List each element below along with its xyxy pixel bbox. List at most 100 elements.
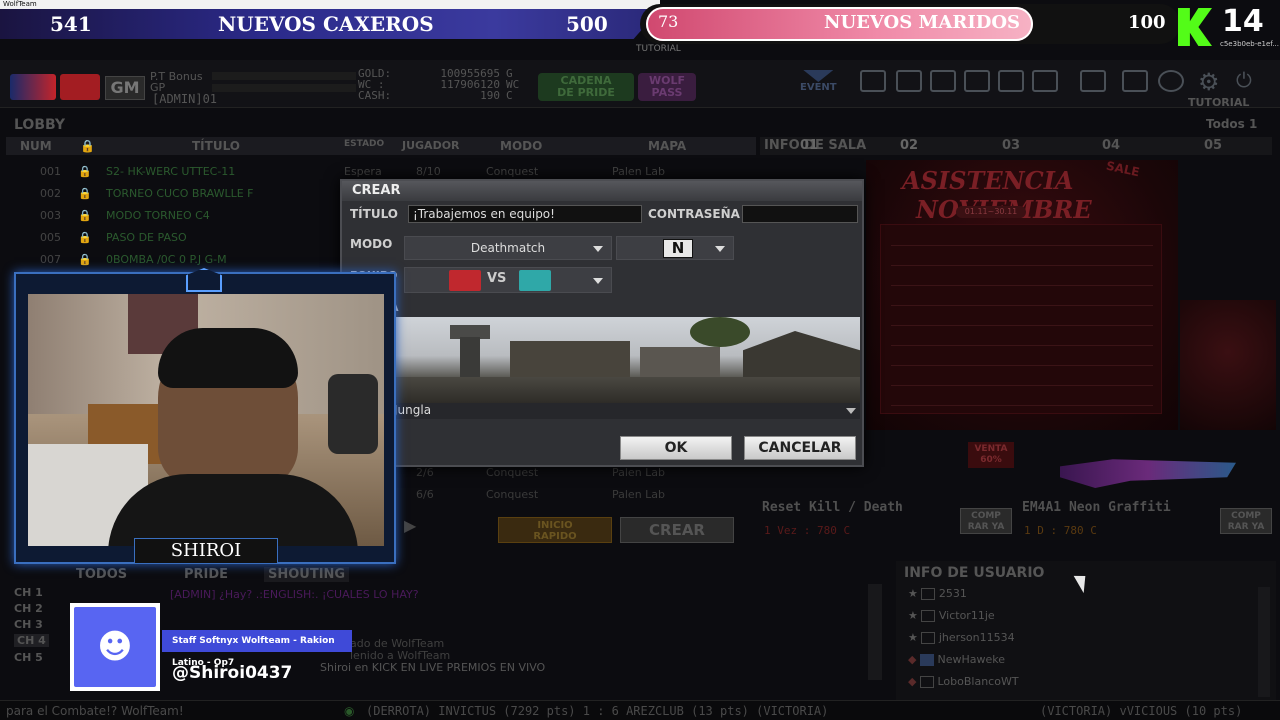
col-titulo[interactable]: TÍTULO (192, 139, 240, 153)
goal-fill: 73 NUEVOS MARIDOS (646, 7, 1033, 41)
chat-scrollbar[interactable] (868, 584, 882, 680)
streamer-nameplate: SHIROI (134, 538, 278, 564)
lobby-filter[interactable]: Todos 1 (1206, 117, 1257, 131)
gift-icon[interactable] (964, 70, 990, 92)
lock-icon: 🔒 (78, 165, 92, 178)
room-title-input[interactable]: ¡Trabajemos en equipo! (408, 205, 642, 223)
user-row[interactable]: ★ 2531 (908, 587, 1248, 607)
red-team-icon (449, 270, 481, 291)
channel-item[interactable]: CH 4 (14, 634, 49, 647)
checkbox-icon (921, 588, 936, 600)
user-row[interactable]: ◆ NewHaweke (908, 653, 1248, 673)
team-select[interactable]: VS (404, 267, 612, 293)
discord-handle: @Shiroi0437 (172, 663, 293, 683)
star-icon: ★ (908, 587, 918, 600)
play-arrow-icon[interactable]: ▶ (404, 516, 416, 535)
rank-icon: ◆ (908, 653, 917, 666)
password-input[interactable] (742, 205, 858, 223)
tab-05[interactable]: 05 (1204, 138, 1222, 153)
col-estado[interactable]: ESTADO (344, 139, 384, 149)
tutorial-link[interactable]: TUTORIAL (1188, 96, 1249, 109)
attendance-poster[interactable]: ASISTENCIANOVIEMBRE SALE 01.11~30.11 (866, 159, 1178, 430)
room-info-tabs: INFO DE SALA 01 02 03 04 05 (760, 137, 1272, 155)
create-room-button[interactable]: CREAR (620, 517, 734, 543)
tab-todos[interactable]: TODOS (76, 567, 127, 582)
buy-now-button[interactable]: COMP RAR YA (960, 508, 1012, 534)
tab-04[interactable]: 04 (1102, 138, 1120, 153)
goal-title: NUEVOS CAXEROS (218, 12, 434, 36)
mode-select[interactable]: Deathmatch (404, 236, 612, 260)
chevron-down-icon (593, 246, 603, 252)
mode-option-select[interactable]: N (616, 236, 734, 260)
channel-item[interactable]: CH 5 (14, 651, 43, 664)
goal-target: 100 (1128, 12, 1166, 33)
currency-units: G WC C (506, 67, 520, 102)
globe-icon: ◉ (344, 704, 355, 718)
poster-dates: 01.11~30.11 (956, 206, 1026, 218)
currency-values: 100955695 117906120 190 (440, 67, 500, 102)
clan-icon[interactable] (1032, 70, 1058, 92)
tab-02[interactable]: 02 (900, 138, 918, 153)
title-label: TÍTULO (350, 207, 398, 221)
inventory-icon[interactable] (998, 70, 1024, 92)
friends-icon[interactable] (860, 70, 886, 92)
rifle-image (1060, 459, 1236, 488)
goal-current: 73 (658, 12, 679, 31)
user-row[interactable]: ★ Victor11je (908, 609, 1248, 629)
gm-badge: GM (105, 76, 145, 100)
sale-percent-badge: VENTA 60% (968, 442, 1014, 468)
store-icon[interactable] (930, 70, 956, 92)
clan-icon (919, 654, 934, 666)
star-icon: ★ (908, 631, 918, 644)
tab-03[interactable]: 03 (1002, 138, 1020, 153)
globe-icon[interactable] (1158, 70, 1184, 92)
discord-icon: ☻ (74, 607, 156, 687)
kick-viewer-count: 14 (1222, 4, 1264, 39)
exit-icon[interactable]: ⏻ (1236, 68, 1252, 92)
match-ticker: para el Combate!? WolfTeam! ◉ (DERROTA) … (0, 700, 1280, 720)
tab-01[interactable]: 01 (800, 138, 818, 153)
discord-tag: Staff Softnyx Wolfteam - Rakion Latino -… (162, 630, 352, 668)
ranking-icon[interactable] (1122, 70, 1148, 92)
shop-cart-icon[interactable] (896, 70, 922, 92)
tab-shouting[interactable]: SHOUTING (264, 567, 350, 582)
ok-button[interactable]: OK (620, 436, 732, 460)
map-select[interactable]: Jungla (390, 403, 860, 419)
shop-item-price: 1 Vez : 780 C (764, 524, 851, 537)
user-row[interactable]: ★ jherson11534 (908, 631, 1248, 651)
col-num[interactable]: NUM (20, 139, 52, 153)
channel-item[interactable]: CH 2 (14, 602, 43, 615)
goal-target: 500 (566, 12, 608, 36)
tab-pride[interactable]: PRIDE (184, 567, 228, 582)
cadena-de-pride-button[interactable]: CADENA DE PRIDE (538, 73, 634, 101)
checkbox-icon (921, 610, 936, 622)
quick-start-button[interactable]: INICIO RAPIDO (498, 517, 612, 543)
box-icon[interactable] (1080, 70, 1106, 92)
user-scrollbar[interactable] (1258, 587, 1270, 697)
window-title: WolfTeam (0, 0, 660, 9)
rewards-table (880, 224, 1162, 414)
chat-line: [ADMIN] ¿Hay? .:ENGLISH:. ¡CUALES LO HAY… (170, 588, 419, 601)
cancel-button[interactable]: CANCELAR (744, 436, 856, 460)
goal-current: 541 (50, 12, 92, 36)
col-mapa[interactable]: MAPA (648, 139, 686, 153)
channel-item[interactable]: CH 3 (14, 618, 43, 631)
wolf-emblem-icon (186, 268, 222, 292)
admin-name: [ADMIN]01 (152, 92, 218, 106)
user-row[interactable]: ◆ LoboBlancoWT (908, 675, 1248, 695)
webcam-feed (28, 294, 384, 546)
user-info-title: INFO DE USUARIO (904, 565, 1045, 581)
star-icon: ★ (908, 609, 918, 622)
col-jugador[interactable]: JUGADOR (402, 139, 460, 152)
discord-logo: ☻ (70, 603, 160, 691)
lobby-column-header: NUM 🔒 TÍTULO ESTADO JUGADOR MODO MAPA (6, 137, 756, 155)
gear-icon[interactable]: ⚙ (1198, 68, 1220, 96)
col-modo[interactable]: MODO (500, 139, 542, 153)
channel-item[interactable]: CH 1 (14, 586, 43, 599)
map-preview-image[interactable] (390, 317, 860, 403)
event-button[interactable]: EVENT (800, 70, 837, 93)
buy-now-button[interactable]: COMP RAR YA (1220, 508, 1272, 534)
rank-icon: ◆ (908, 675, 917, 688)
lobby-title: LOBBY (14, 117, 66, 133)
wolf-pass-button[interactable]: WOLF PASS (638, 73, 696, 101)
